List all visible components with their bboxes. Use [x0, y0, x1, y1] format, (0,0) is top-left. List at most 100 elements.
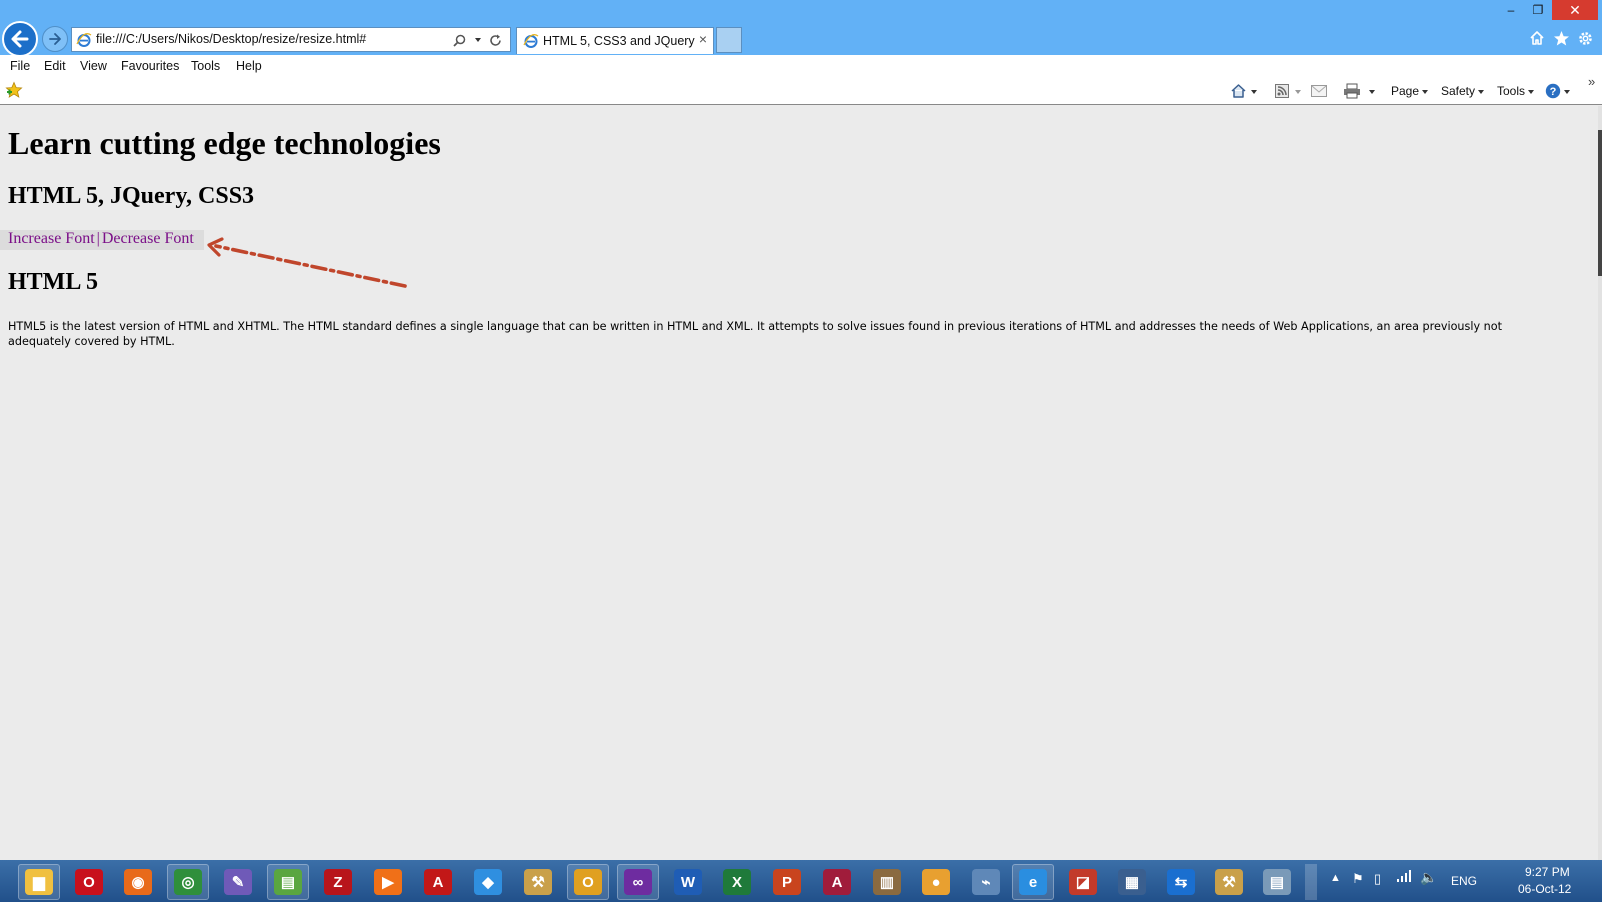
- safety-menu[interactable]: Safety: [1441, 84, 1485, 98]
- acrobat-icon: A: [424, 869, 452, 895]
- taskbar-item-network[interactable]: ⌁: [965, 864, 1007, 900]
- volume-icon[interactable]: 🔈: [1420, 869, 1437, 886]
- tools-2-icon: ⚒: [1215, 869, 1243, 895]
- taskbar-item-chrome[interactable]: ◎: [167, 864, 209, 900]
- page-menu-label: Page: [1391, 84, 1420, 98]
- outlook-icon: O: [574, 869, 602, 895]
- taskbar-item-teamviewer[interactable]: ⇆: [1160, 864, 1202, 900]
- menu-file[interactable]: File: [10, 59, 30, 73]
- font-size-controls: Increase Font | Decrease Font: [0, 230, 204, 250]
- increase-font-link[interactable]: Increase Font: [8, 230, 95, 247]
- tab-close-icon[interactable]: ×: [699, 31, 707, 47]
- help-icon[interactable]: ?: [1544, 83, 1562, 99]
- rss-feed-icon[interactable]: [1273, 83, 1291, 99]
- paint-icon: ●: [922, 869, 950, 895]
- taskbar-item-stack[interactable]: ▤: [1256, 864, 1298, 900]
- stack-icon: ▤: [1263, 869, 1291, 895]
- menu-view[interactable]: View: [80, 59, 107, 73]
- refresh-icon[interactable]: [486, 31, 504, 49]
- taskbar-item-filezilla[interactable]: Z: [317, 864, 359, 900]
- search-icon[interactable]: [450, 31, 468, 49]
- tab-title: HTML 5, CSS3 and JQuery: [543, 34, 695, 48]
- back-arrow-icon: [11, 30, 29, 48]
- taskbar-scroll-button[interactable]: [1305, 864, 1317, 900]
- opera-icon: O: [75, 869, 103, 895]
- restore-button[interactable]: ❐: [1525, 0, 1551, 20]
- taskbar-item-tools-2[interactable]: ⚒: [1208, 864, 1250, 900]
- network-icon: ⌁: [972, 869, 1000, 895]
- taskbar-item-excel[interactable]: X: [716, 864, 758, 900]
- home-dropdown-icon[interactable]: [1248, 84, 1257, 98]
- taskbar-item-file-explorer[interactable]: ▆: [18, 864, 60, 900]
- back-button[interactable]: [2, 21, 38, 57]
- minimize-button[interactable]: –: [1498, 0, 1524, 20]
- access-icon: A: [823, 869, 851, 895]
- menu-favourites[interactable]: Favourites: [121, 59, 179, 73]
- print-dropdown-icon[interactable]: [1366, 84, 1375, 98]
- new-tab-button[interactable]: [716, 27, 742, 53]
- teamviewer-icon: ⇆: [1167, 869, 1195, 895]
- word-icon: W: [674, 869, 702, 895]
- command-bar: Page Safety Tools ? »: [0, 74, 1602, 105]
- favorites-star-icon[interactable]: [1551, 28, 1571, 48]
- browser-titlebar: file:///C:/Users/Nikos/Desktop/resize/re…: [0, 0, 1602, 57]
- taskbar-item-word[interactable]: W: [667, 864, 709, 900]
- taskbar-item-color-picker[interactable]: ✎: [217, 864, 259, 900]
- filezilla-icon: Z: [324, 869, 352, 895]
- decrease-font-link[interactable]: Decrease Font: [102, 230, 194, 247]
- taskbar-item-opera[interactable]: O: [68, 864, 110, 900]
- commandbar-overflow-icon[interactable]: »: [1588, 74, 1595, 89]
- menu-edit[interactable]: Edit: [44, 59, 66, 73]
- mail-icon[interactable]: [1310, 83, 1328, 99]
- page-menu[interactable]: Page: [1391, 84, 1429, 98]
- media-player-icon: ▶: [374, 869, 402, 895]
- taskbar-item-paint[interactable]: ●: [915, 864, 957, 900]
- taskbar-item-pdf-editor[interactable]: ◪: [1062, 864, 1104, 900]
- search-dropdown-icon[interactable]: [467, 31, 485, 49]
- taskbar-item-tools[interactable]: ⚒: [517, 864, 559, 900]
- tools-menu[interactable]: Tools: [1497, 84, 1535, 98]
- home-icon[interactable]: [1527, 28, 1547, 48]
- page-content: Learn cutting edge technologies HTML 5, …: [0, 106, 1598, 860]
- add-favorite-star-icon[interactable]: [5, 81, 23, 98]
- movie-maker-icon: ▥: [873, 869, 901, 895]
- address-bar[interactable]: file:///C:/Users/Nikos/Desktop/resize/re…: [71, 27, 511, 52]
- taskbar-item-acrobat[interactable]: A: [417, 864, 459, 900]
- taskbar-item-firefox[interactable]: ◉: [117, 864, 159, 900]
- help-dropdown-icon[interactable]: [1561, 84, 1570, 98]
- tray-overflow-icon[interactable]: ▲: [1330, 872, 1341, 884]
- annotation-arrow-icon: [207, 237, 407, 288]
- language-indicator[interactable]: ENG: [1451, 874, 1477, 888]
- close-window-button[interactable]: ✕: [1552, 0, 1598, 20]
- taskbar-item-visual-studio[interactable]: ∞: [617, 864, 659, 900]
- menu-tools[interactable]: Tools: [191, 59, 220, 73]
- scrollbar-thumb[interactable]: [1598, 130, 1602, 276]
- home-icon[interactable]: [1229, 83, 1247, 99]
- feed-dropdown-icon[interactable]: [1292, 84, 1301, 98]
- clock-date[interactable]: 06-Oct-12: [1518, 882, 1571, 896]
- internet-explorer-icon: e: [1019, 869, 1047, 895]
- section-heading: HTML 5: [8, 269, 99, 295]
- taskbar-item-dropbox[interactable]: ◆: [467, 864, 509, 900]
- taskbar-item-notepad[interactable]: ▤: [267, 864, 309, 900]
- tab-html5-css3-jquery[interactable]: HTML 5, CSS3 and JQuery ×: [516, 27, 714, 54]
- action-center-flag-icon[interactable]: ⚑: [1352, 871, 1364, 887]
- taskbar-item-internet-explorer[interactable]: e: [1012, 864, 1054, 900]
- settings-gear-icon[interactable]: [1575, 28, 1595, 48]
- clock-time[interactable]: 9:27 PM: [1525, 865, 1570, 879]
- taskbar-item-sql[interactable]: ▦: [1111, 864, 1153, 900]
- menu-help[interactable]: Help: [236, 59, 262, 73]
- taskbar-item-outlook[interactable]: O: [567, 864, 609, 900]
- tools-icon: ⚒: [524, 869, 552, 895]
- page-subheading: HTML 5, JQuery, CSS3: [8, 183, 255, 209]
- taskbar-item-media-player[interactable]: ▶: [367, 864, 409, 900]
- battery-icon[interactable]: ▯: [1374, 871, 1381, 887]
- forward-button[interactable]: [42, 26, 68, 52]
- taskbar-item-access[interactable]: A: [816, 864, 858, 900]
- taskbar-item-movie-maker[interactable]: ▥: [866, 864, 908, 900]
- excel-icon: X: [723, 869, 751, 895]
- taskbar-item-powerpoint[interactable]: P: [766, 864, 808, 900]
- forward-arrow-icon: [49, 33, 61, 45]
- network-signal-icon[interactable]: [1396, 868, 1412, 887]
- print-icon[interactable]: [1343, 83, 1361, 99]
